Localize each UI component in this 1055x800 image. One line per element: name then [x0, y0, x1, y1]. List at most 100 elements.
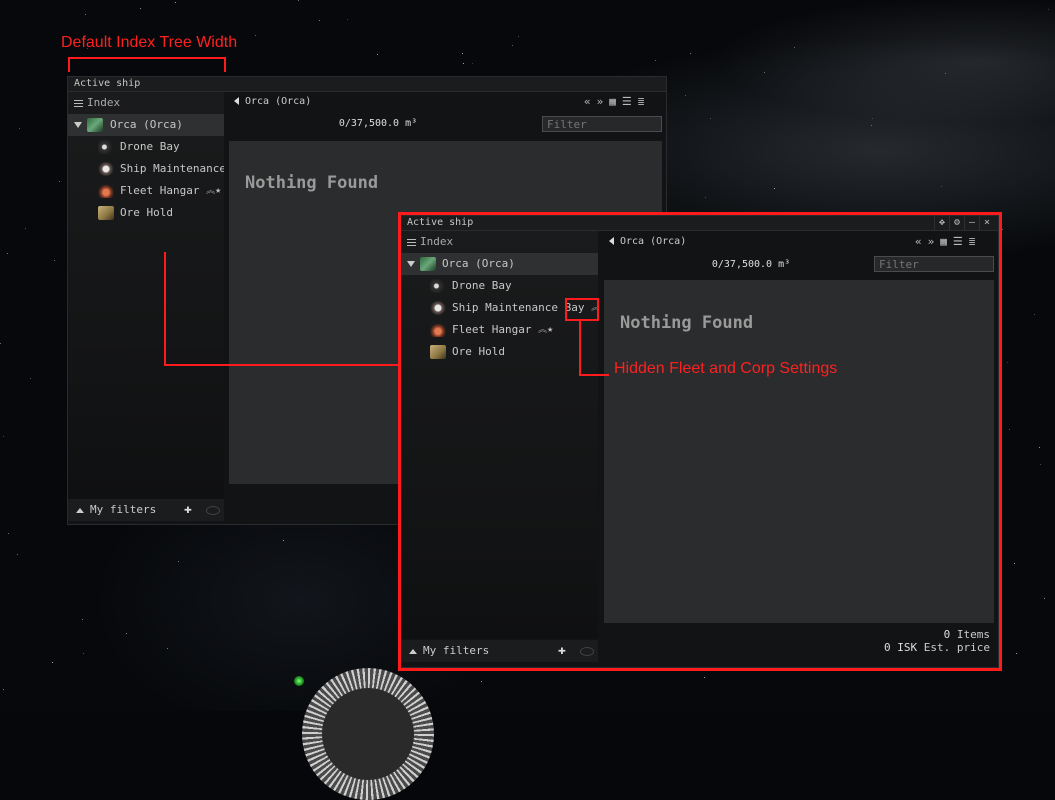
- add-filter-icon[interactable]: ✚: [184, 499, 192, 521]
- star: [1034, 314, 1035, 315]
- star: [82, 619, 83, 620]
- hud-capacitor-gauge: [302, 668, 434, 800]
- star: [1009, 429, 1010, 430]
- my-filters-label: My filters: [90, 503, 157, 516]
- tree-item-label: Ore Hold: [120, 206, 173, 219]
- menu-icon: [74, 98, 83, 109]
- star: [83, 653, 84, 654]
- star: [704, 677, 705, 678]
- eye-icon[interactable]: [206, 506, 220, 515]
- annotation-highlight-box: [565, 298, 599, 321]
- star: [347, 19, 348, 20]
- star: [774, 188, 775, 189]
- collapse-arrow-icon[interactable]: [76, 507, 84, 513]
- star: [52, 662, 53, 663]
- icon-view-icon[interactable]: ▦: [609, 95, 616, 108]
- tree-item-drone-bay[interactable]: Drone Bay: [68, 136, 224, 158]
- tree-item-ship-maintenance-bay[interactable]: Ship Maintenance Ba: [68, 158, 224, 180]
- star: [1016, 653, 1017, 654]
- annotation-connector-vertical: [164, 252, 166, 366]
- star: [126, 633, 127, 634]
- expand-triangle-icon[interactable]: [74, 122, 82, 128]
- tree-item-fleet-hangar[interactable]: Fleet Hangar ︽★: [68, 180, 224, 202]
- star: [175, 2, 176, 3]
- star: [1014, 563, 1015, 564]
- index-tree-panel: Index Orca (Orca) Drone Bay Ship Mainten…: [68, 92, 224, 499]
- view-toolbar: « » ▦ ☰ ≣: [578, 92, 644, 112]
- star: [7, 253, 8, 254]
- hidden-settings-annotation: Hidden Fleet and Corp Settings: [614, 360, 838, 377]
- tree-item-ore-hold[interactable]: Ore Hold: [68, 202, 224, 224]
- star: [945, 73, 946, 74]
- default-width-annotation: Default Index Tree Width: [61, 34, 238, 51]
- star: [690, 53, 691, 54]
- star: [54, 260, 55, 261]
- star: [463, 63, 464, 64]
- tree-item-label: Fleet Hangar: [120, 184, 200, 197]
- capacity-label: 0/37,500.0 m³: [338, 118, 418, 129]
- index-label: Index: [87, 96, 121, 109]
- star: [481, 681, 482, 682]
- star: [685, 95, 686, 96]
- annotation-pointer-horizontal: [579, 374, 609, 376]
- star: [1007, 362, 1008, 363]
- drone-bay-icon: [98, 140, 114, 154]
- star: [472, 63, 473, 64]
- annotation-frame: [398, 212, 1002, 671]
- star: [794, 47, 795, 48]
- ore-hold-icon: [98, 206, 114, 220]
- tree-item-label: Drone Bay: [120, 140, 180, 153]
- empty-message: Nothing Found: [245, 173, 379, 193]
- star: [872, 118, 873, 119]
- scroll-right-icon[interactable]: »: [597, 95, 604, 108]
- scroll-left-icon[interactable]: «: [584, 95, 591, 108]
- star: [1048, 9, 1049, 10]
- star: [140, 8, 141, 9]
- index-header[interactable]: Index: [68, 92, 224, 114]
- star: [178, 561, 179, 562]
- annotation-bracket-right: [224, 57, 226, 72]
- star: [255, 35, 256, 36]
- star: [3, 689, 4, 690]
- annotation-bracket: [68, 57, 226, 59]
- star: [85, 14, 86, 15]
- my-filters-bar[interactable]: My filters ✚: [68, 499, 224, 521]
- star: [377, 54, 378, 55]
- star: [512, 45, 513, 46]
- details-view-icon[interactable]: ☰: [622, 95, 632, 108]
- list-view-icon[interactable]: ≣: [638, 95, 645, 108]
- ship-icon: [87, 118, 103, 132]
- breadcrumb[interactable]: Orca (Orca): [234, 92, 311, 112]
- star: [518, 36, 519, 37]
- star: [1039, 447, 1040, 448]
- star: [941, 186, 942, 187]
- annotation-connector-horizontal: [164, 364, 401, 366]
- star: [3, 436, 4, 437]
- tree-item-label: Orca (Orca): [110, 118, 183, 131]
- corp-star-icon[interactable]: ★: [215, 180, 221, 202]
- tree-item-orca[interactable]: Orca (Orca): [68, 114, 224, 136]
- window-title[interactable]: Active ship: [68, 77, 666, 92]
- back-arrow-icon[interactable]: [234, 97, 239, 105]
- status-light-icon: [294, 676, 304, 686]
- star: [705, 197, 706, 198]
- star: [59, 181, 60, 182]
- fleet-hangar-icon: [98, 184, 114, 198]
- star: [319, 20, 320, 21]
- star: [30, 378, 31, 379]
- tree-item-label: Ship Maintenance Ba: [120, 162, 224, 175]
- star: [764, 72, 765, 73]
- star: [462, 53, 463, 54]
- star: [298, 0, 299, 1]
- star: [25, 228, 26, 229]
- star: [0, 343, 1, 344]
- fleet-chevron-icon[interactable]: ︽: [206, 186, 215, 196]
- star: [8, 533, 9, 534]
- star: [655, 60, 656, 61]
- star: [283, 540, 284, 541]
- filter-input[interactable]: [542, 116, 662, 132]
- star: [167, 648, 168, 649]
- star: [19, 128, 20, 129]
- annotation-pointer-vertical: [579, 321, 581, 376]
- star: [710, 118, 711, 119]
